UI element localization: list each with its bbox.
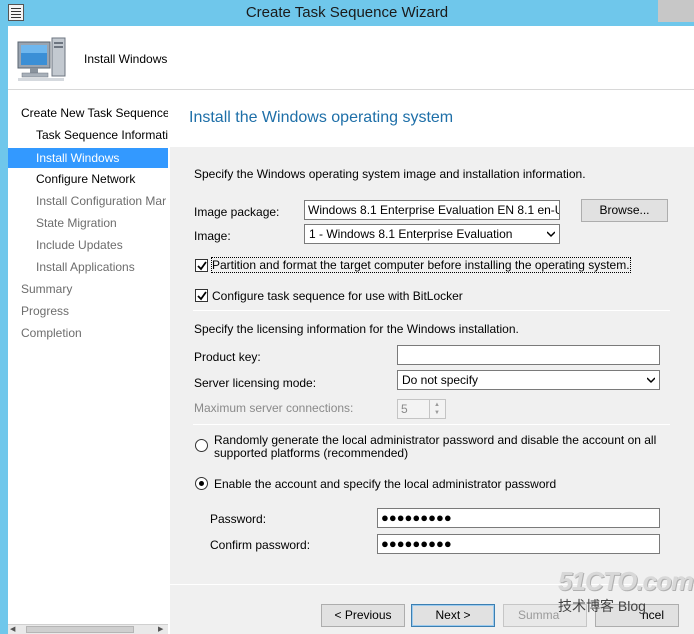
- computer-icon: [17, 37, 66, 81]
- scroll-right-icon[interactable]: ▶: [158, 626, 166, 634]
- nav-completion[interactable]: Completion: [8, 323, 168, 343]
- bitlocker-checkbox-label[interactable]: Configure task sequence for use with Bit…: [212, 289, 463, 303]
- page-banner: Install the Windows operating system: [170, 91, 694, 147]
- scrollbar-thumb[interactable]: [26, 626, 134, 633]
- checkmark-icon: [197, 261, 207, 271]
- image-dropdown[interactable]: 1 - Windows 8.1 Enterprise Evaluation: [304, 224, 560, 244]
- close-button[interactable]: [658, 0, 694, 22]
- max-server-connections-label: Maximum server connections:: [194, 401, 354, 415]
- window-title: Create Task Sequence Wizard: [245, 4, 449, 21]
- nav-install-configuration-manager[interactable]: Install Configuration Mar: [8, 191, 168, 211]
- confirm-password-input[interactable]: ●●●●●●●●●: [377, 534, 660, 554]
- nav-install-windows[interactable]: Install Windows: [8, 148, 168, 168]
- nav-summary[interactable]: Summary: [8, 279, 168, 299]
- spin-down-icon[interactable]: ▼: [434, 409, 440, 417]
- page-title: Install the Windows operating system: [189, 109, 454, 126]
- watermark-logo: 51CTO.com: [558, 566, 694, 596]
- wizard-steps-nav: Create New Task Sequence Task Sequence I…: [8, 91, 168, 624]
- header-title: Install Windows: [84, 52, 168, 66]
- password-label: Password:: [210, 512, 267, 526]
- image-package-field[interactable]: Windows 8.1 Enterprise Evaluation EN 8.1…: [304, 200, 560, 220]
- image-label: Image:: [194, 229, 231, 243]
- nav-task-sequence-information[interactable]: Task Sequence Informati: [8, 125, 168, 145]
- scroll-left-icon[interactable]: ◀: [10, 626, 18, 634]
- checkmark-icon: [197, 291, 207, 301]
- product-key-label: Product key:: [194, 350, 261, 364]
- previous-button[interactable]: < Previous: [321, 604, 405, 627]
- enable-account-radio[interactable]: [195, 477, 208, 490]
- chevron-down-icon: [547, 231, 555, 238]
- random-password-radio[interactable]: [195, 439, 208, 452]
- sidebar-horizontal-scrollbar[interactable]: ◀ ▶: [8, 624, 168, 634]
- product-key-input[interactable]: [397, 345, 660, 365]
- password-input[interactable]: ●●●●●●●●●: [377, 508, 660, 528]
- max-server-connections-value: 5: [401, 402, 408, 416]
- image-package-label: Image package:: [194, 205, 280, 219]
- nav-create-new-task-sequence[interactable]: Create New Task Sequence: [8, 103, 168, 123]
- nav-install-applications[interactable]: Install Applications: [8, 257, 168, 277]
- nav-include-updates[interactable]: Include Updates: [8, 235, 168, 255]
- title-bar: Create Task Sequence Wizard: [0, 0, 694, 26]
- browse-button[interactable]: Browse...: [581, 199, 668, 222]
- partition-checkbox[interactable]: [195, 259, 208, 272]
- watermark-subtitle: 技术博客 Blog: [558, 598, 646, 614]
- nav-state-migration[interactable]: State Migration: [8, 213, 168, 233]
- server-licensing-mode-dropdown[interactable]: Do not specify: [397, 370, 660, 390]
- section-divider-2: [193, 424, 670, 425]
- server-licensing-mode-label: Server licensing mode:: [194, 376, 317, 390]
- nav-configure-network[interactable]: Configure Network: [8, 169, 168, 189]
- partition-checkbox-label[interactable]: Partition and format the target computer…: [211, 257, 631, 273]
- chevron-down-icon: [647, 377, 655, 384]
- licensing-intro-text: Specify the licensing information for th…: [194, 322, 519, 336]
- confirm-password-label: Confirm password:: [210, 538, 311, 552]
- spinner-buttons[interactable]: ▲ ▼: [429, 400, 445, 418]
- window-left-border: [0, 26, 8, 634]
- wizard-header: Install Windows: [0, 26, 694, 90]
- server-licensing-mode-value: Do not specify: [402, 373, 479, 387]
- image-dropdown-value: 1 - Windows 8.1 Enterprise Evaluation: [309, 227, 513, 241]
- spin-up-icon[interactable]: ▲: [434, 401, 440, 409]
- section-divider: [193, 310, 670, 311]
- enable-account-radio-label[interactable]: Enable the account and specify the local…: [214, 477, 556, 491]
- nav-progress[interactable]: Progress: [8, 301, 168, 321]
- main-panel: Install the Windows operating system Spe…: [170, 91, 694, 634]
- max-server-connections-spinner[interactable]: 5 ▲ ▼: [397, 399, 446, 419]
- next-button[interactable]: Next >: [411, 604, 495, 627]
- site-watermark: 51CTO.com 技术博客 Blog: [554, 566, 694, 618]
- intro-text: Specify the Windows operating system ima…: [194, 167, 586, 181]
- random-password-radio-label[interactable]: Randomly generate the local administrato…: [214, 434, 664, 460]
- bitlocker-checkbox[interactable]: [195, 289, 208, 302]
